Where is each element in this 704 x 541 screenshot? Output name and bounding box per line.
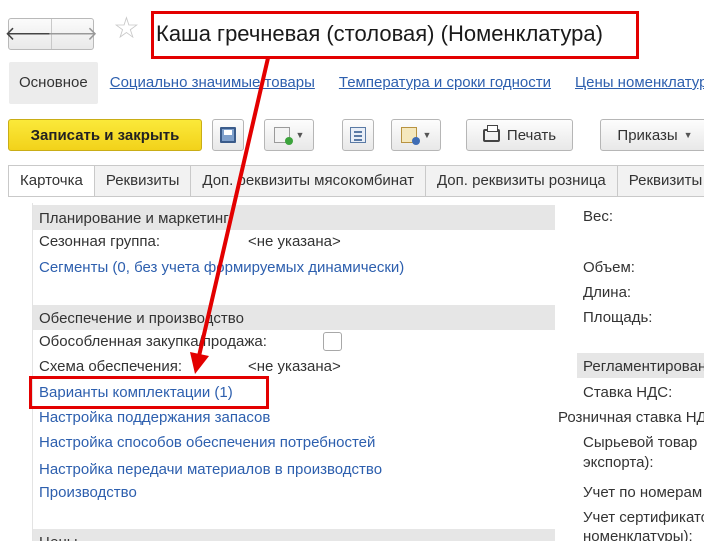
form-navigation: Основное Социально значимые товары Темпе… — [9, 62, 704, 104]
supply-scheme-label: Схема обеспечения: — [39, 358, 183, 375]
area-label: Площадь: — [583, 309, 653, 326]
create-based-icon — [273, 127, 293, 145]
tab-meat-plant[interactable]: Доп. реквизиты мясокомбинат — [190, 165, 426, 196]
length-label: Длина: — [583, 284, 632, 301]
report-icon — [400, 127, 420, 145]
forward-button[interactable]: 🡒 — [47, 19, 98, 49]
back-button[interactable]: 🡐 — [5, 19, 56, 49]
chevron-down-icon: ▼ — [422, 130, 432, 140]
print-button[interactable]: Печать — [466, 119, 573, 151]
save-close-button[interactable]: Записать и закрыть — [8, 119, 202, 151]
reports-button[interactable]: ▼ — [391, 119, 441, 151]
command-bar: Записать и закрыть ▼ ▼ Печать Приказы ▼ — [8, 119, 704, 151]
stock-maintenance-link[interactable]: Настройка поддержания запасов — [39, 409, 270, 426]
volume-label: Объем: — [583, 259, 635, 276]
supply-methods-link[interactable]: Настройка способов обеспечения потребнос… — [39, 434, 375, 451]
tab-retail[interactable]: Доп. реквизиты розница — [424, 165, 618, 196]
save-button[interactable] — [212, 119, 244, 151]
retail-vat-label: Розничная ставка НДС: — [558, 409, 704, 426]
orders-button[interactable]: Приказы ▼ — [600, 119, 704, 151]
vat-label: Ставка НДС: — [583, 384, 673, 401]
star-icon[interactable]: ☆ — [113, 14, 140, 44]
section-regulated: Регламентированный учет — [577, 353, 704, 378]
separate-purchase-label: Обособленная закупка/продажа: — [39, 333, 267, 350]
weight-label: Вес: — [583, 208, 614, 225]
nav-tab-temperature[interactable]: Температура и сроки годности — [327, 62, 563, 104]
section-prices: Цены — [33, 529, 555, 541]
orders-label: Приказы — [617, 126, 678, 144]
create-based-on-button[interactable]: ▼ — [264, 119, 314, 151]
production-link[interactable]: Производство — [39, 484, 137, 501]
tab-requisites-2[interactable]: Реквизиты — [616, 165, 704, 196]
history-nav: 🡐 🡒 — [5, 18, 98, 50]
supply-scheme-value[interactable]: <не указана> — [248, 358, 341, 375]
printer-icon — [482, 124, 500, 142]
right-pane: Вес: Объем: Длина: Площадь: Регламентиро… — [555, 203, 704, 541]
section-planning: Планирование и маркетинг — [33, 205, 555, 230]
floppy-icon — [220, 127, 236, 143]
raw-goods-label: Сырьевой товар — [583, 434, 698, 451]
section-supply: Обеспечение и производство — [33, 305, 555, 330]
numbers-accounting-label: Учет по номерам — [583, 484, 703, 501]
cert-accounting-label: Учет сертификатов — [583, 509, 704, 526]
document-journal-button[interactable] — [342, 119, 374, 151]
nav-tab-prices[interactable]: Цены номенклатуры — [563, 62, 704, 104]
materials-transfer-link[interactable]: Настройка передачи материалов в производ… — [39, 461, 382, 478]
season-group-value[interactable]: <не указана> — [248, 233, 341, 250]
print-label: Печать — [506, 126, 557, 144]
season-group-label: Сезонная группа: — [39, 233, 160, 250]
nav-tab-main[interactable]: Основное — [9, 62, 98, 104]
raw-goods-label-2: экспорта): — [583, 454, 654, 471]
tab-card[interactable]: Карточка — [8, 165, 95, 196]
arrow-right-icon: 🡒 — [47, 24, 98, 45]
chevron-down-icon: ▼ — [295, 130, 305, 140]
nav-tab-social-goods[interactable]: Социально значимые товары — [98, 62, 327, 104]
annotation-link-box — [29, 376, 269, 409]
separate-purchase-checkbox[interactable] — [323, 332, 342, 351]
page-title: Каша гречневая (столовая) (Номенклатура) — [156, 21, 603, 46]
cert-accounting-label-2: номенклатуры): — [583, 528, 693, 541]
tab-requisites[interactable]: Реквизиты — [93, 165, 192, 196]
list-icon — [350, 127, 366, 143]
left-pane: Планирование и маркетинг Сезонная группа… — [32, 203, 555, 541]
form-tabs: Карточка Реквизиты Доп. реквизиты мясоко… — [8, 165, 704, 197]
chevron-down-icon: ▼ — [683, 130, 693, 140]
segments-link[interactable]: Сегменты (0, без учета формируемых динам… — [39, 259, 404, 276]
